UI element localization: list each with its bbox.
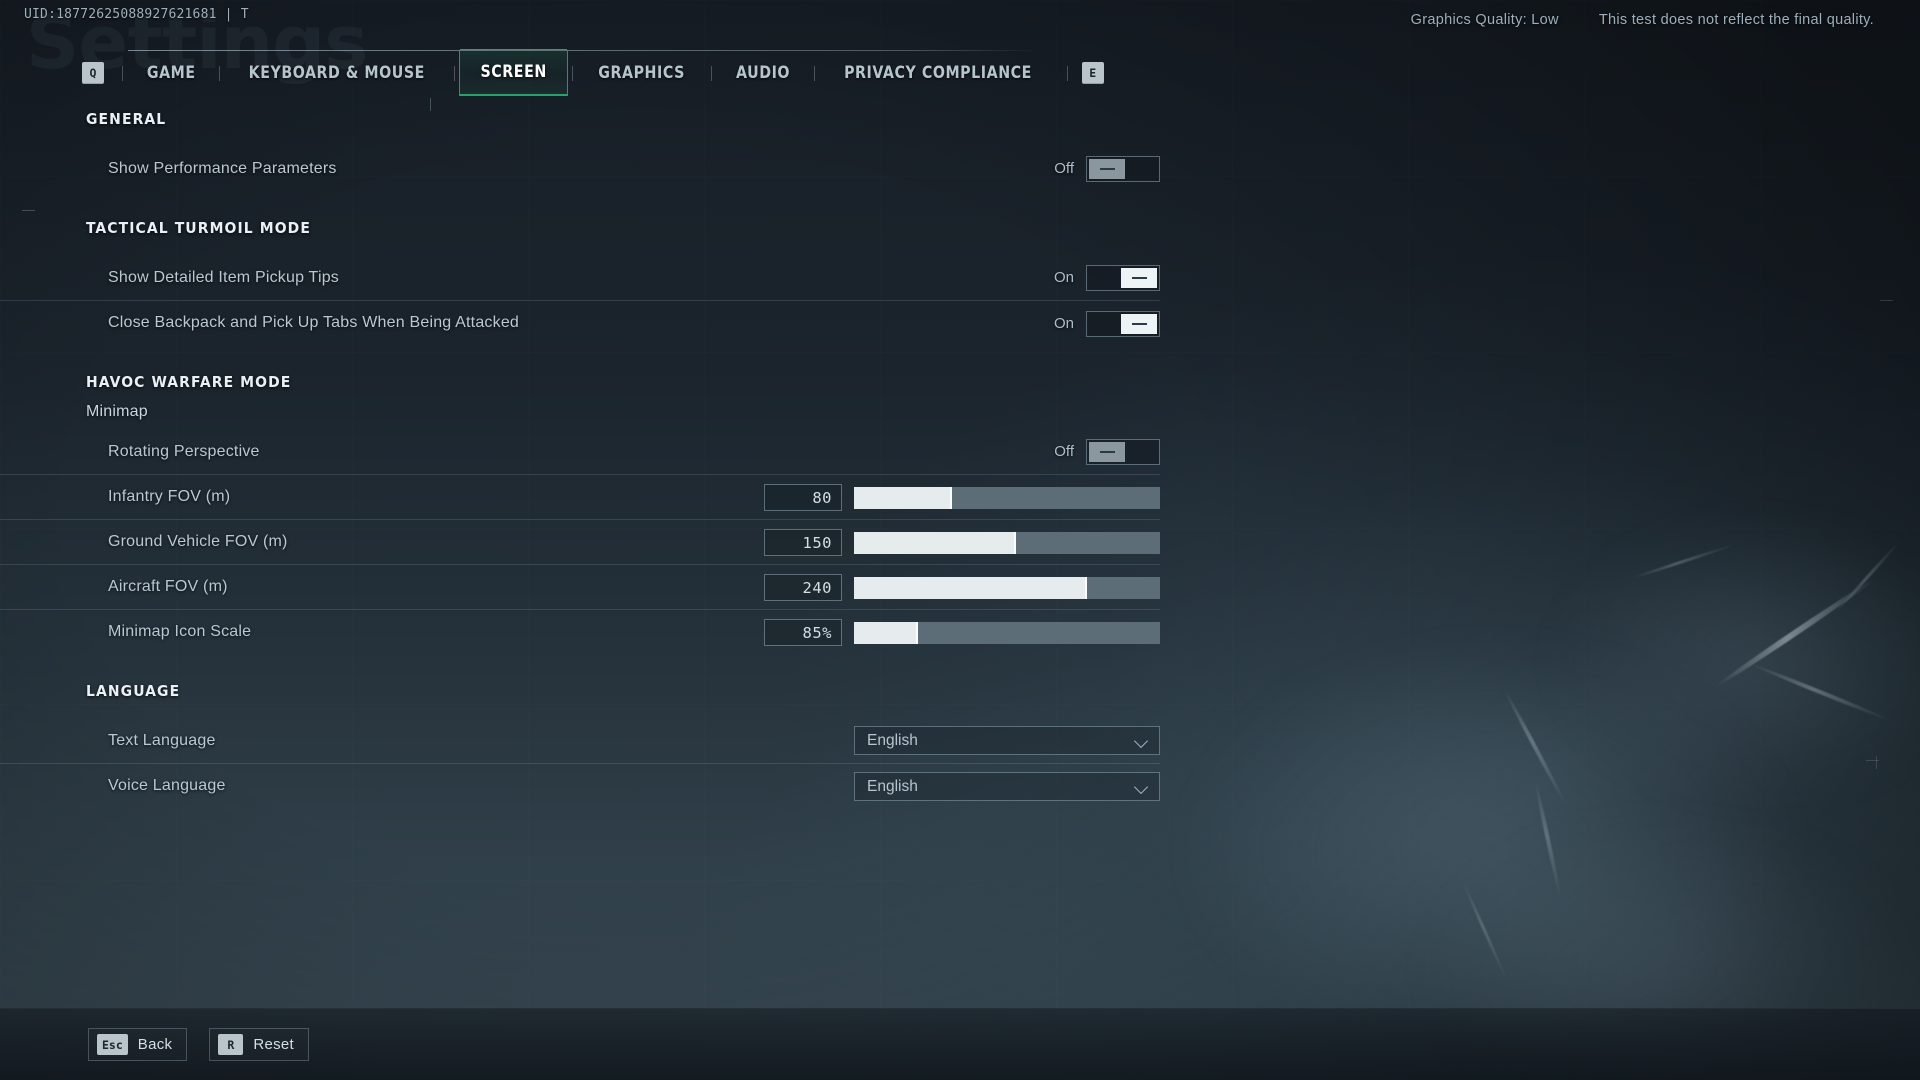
tab-keyboard-mouse[interactable]: KEYBOARD & MOUSE bbox=[229, 50, 446, 96]
toggle-state-label: On bbox=[1053, 315, 1074, 332]
settings-screen: Settings UID:18772625088927621681 | T Gr… bbox=[0, 0, 1920, 1080]
value-box-aircraft-fov[interactable]: 240 bbox=[764, 574, 842, 601]
toggle-state-label: Off bbox=[1054, 443, 1074, 460]
tab-separator bbox=[122, 65, 123, 81]
row-control: 150 bbox=[764, 520, 1160, 565]
row-label: Minimap Icon Scale bbox=[108, 623, 252, 640]
setting-row-ground-vehicle-fov[interactable]: Ground Vehicle FOV (m) 150 bbox=[0, 519, 1160, 564]
toggle-rotating-perspective[interactable] bbox=[1086, 438, 1160, 465]
toggle-show-performance-parameters[interactable] bbox=[1086, 155, 1160, 182]
value-box-ground-vehicle-fov[interactable]: 150 bbox=[764, 529, 842, 556]
row-label: Show Detailed Item Pickup Tips bbox=[108, 268, 339, 286]
back-button-label: Back bbox=[137, 1036, 173, 1053]
slider-infantry-fov[interactable] bbox=[854, 486, 1160, 509]
chevron-down-icon bbox=[1136, 735, 1148, 747]
toggle-knob bbox=[1089, 158, 1125, 179]
section-header-general: GENERAL bbox=[86, 110, 167, 128]
dropdown-value: English bbox=[867, 731, 918, 749]
dropdown-voice-language[interactable]: English bbox=[854, 772, 1160, 801]
reset-button[interactable]: R Reset bbox=[209, 1028, 310, 1061]
tab-graphics[interactable]: GRAPHICS bbox=[578, 50, 706, 96]
tab-list: Q GAME KEYBOARD & MOUSE SCREEN GRAPHICS … bbox=[0, 49, 1104, 96]
tab-separator bbox=[813, 65, 815, 81]
row-control: 80 bbox=[764, 475, 1160, 520]
tab-separator bbox=[1066, 65, 1068, 81]
row-control: English bbox=[854, 718, 1160, 763]
toggle-knob bbox=[1121, 313, 1157, 334]
row-label: Aircraft FOV (m) bbox=[108, 578, 228, 595]
value-box-infantry-fov[interactable]: 80 bbox=[764, 484, 842, 511]
setting-row-aircraft-fov[interactable]: Aircraft FOV (m) 240 bbox=[0, 564, 1160, 609]
dropdown-value: English bbox=[867, 777, 918, 795]
setting-row-rotating-perspective[interactable]: Rotating Perspective Off bbox=[0, 429, 1160, 474]
row-control: Off bbox=[1048, 146, 1160, 191]
slider-fill bbox=[854, 531, 1017, 554]
graphics-quality-status: Graphics Quality: Low bbox=[1410, 12, 1559, 28]
row-control: English bbox=[854, 764, 1160, 809]
row-label: Ground Vehicle FOV (m) bbox=[108, 533, 288, 550]
chevron-down-icon bbox=[1136, 781, 1148, 793]
section-header-language: LANGUAGE bbox=[86, 682, 181, 700]
setting-row-infantry-fov[interactable]: Infantry FOV (m) 80 bbox=[0, 474, 1160, 519]
row-control: 85% bbox=[764, 610, 1160, 655]
quality-disclaimer-text: This test does not reflect the final qua… bbox=[1598, 12, 1874, 28]
slider-minimap-icon-scale[interactable] bbox=[854, 621, 1160, 644]
tab-privacy-compliance[interactable]: PRIVACY COMPLIANCE bbox=[823, 50, 1052, 96]
toggle-knob bbox=[1121, 267, 1157, 288]
row-label: Voice Language bbox=[108, 777, 226, 794]
tab-separator bbox=[454, 65, 456, 81]
top-bar: UID:18772625088927621681 | T Graphics Qu… bbox=[0, 0, 1920, 46]
slider-aircraft-fov[interactable] bbox=[854, 576, 1160, 599]
reset-button-label: Reset bbox=[253, 1036, 295, 1053]
toggle-show-detailed-item-pickup-tips[interactable] bbox=[1086, 264, 1160, 291]
settings-panel: GENERAL Show Performance Parameters Off … bbox=[0, 110, 1160, 808]
section-header-tactical-turmoil-mode: TACTICAL TURMOIL MODE bbox=[86, 219, 311, 237]
toggle-state-label: Off bbox=[1054, 160, 1074, 177]
row-label: Show Performance Parameters bbox=[108, 159, 337, 177]
tab-separator bbox=[219, 65, 221, 81]
setting-row-text-language[interactable]: Text Language English bbox=[0, 718, 1160, 763]
setting-row-minimap-icon-scale[interactable]: Minimap Icon Scale 85% bbox=[0, 609, 1160, 654]
tab-game[interactable]: GAME bbox=[126, 50, 216, 96]
row-label: Close Backpack and Pick Up Tabs When Bei… bbox=[108, 314, 520, 331]
setting-row-show-detailed-item-pickup-tips[interactable]: Show Detailed Item Pickup Tips On bbox=[0, 255, 1160, 300]
row-control: 240 bbox=[764, 565, 1160, 610]
slider-fill bbox=[854, 621, 919, 644]
tab-separator bbox=[572, 65, 574, 81]
slider-ground-vehicle-fov[interactable] bbox=[854, 531, 1160, 554]
row-label: Rotating Perspective bbox=[108, 442, 260, 460]
top-right-status: Graphics Quality: Low This test does not… bbox=[1411, 12, 1874, 28]
value-box-minimap-icon-scale[interactable]: 85% bbox=[764, 619, 842, 646]
subsection-header-minimap: Minimap bbox=[86, 403, 148, 420]
bottom-action-bar: Esc Back R Reset bbox=[0, 1008, 1920, 1080]
row-control: On bbox=[1048, 301, 1160, 346]
setting-row-show-performance-parameters[interactable]: Show Performance Parameters Off bbox=[0, 146, 1160, 191]
toggle-close-backpack-when-attacked[interactable] bbox=[1086, 310, 1160, 337]
back-button[interactable]: Esc Back bbox=[88, 1028, 188, 1061]
setting-row-voice-language[interactable]: Voice Language English bbox=[0, 763, 1160, 808]
row-label: Text Language bbox=[108, 731, 216, 749]
setting-row-close-backpack-when-attacked[interactable]: Close Backpack and Pick Up Tabs When Bei… bbox=[0, 300, 1160, 345]
row-control: On bbox=[1048, 255, 1160, 300]
tab-separator bbox=[710, 65, 712, 81]
slider-fill bbox=[854, 576, 1087, 599]
tab-screen[interactable]: SCREEN bbox=[459, 49, 569, 96]
next-tab-key-e[interactable]: E bbox=[1081, 62, 1104, 84]
toggle-knob bbox=[1089, 441, 1125, 462]
tab-audio[interactable]: AUDIO bbox=[715, 50, 810, 96]
toggle-state-label: On bbox=[1053, 269, 1074, 286]
esc-key-chip: Esc bbox=[97, 1034, 128, 1055]
settings-tabstrip: Q GAME KEYBOARD & MOUSE SCREEN GRAPHICS … bbox=[0, 49, 1104, 96]
slider-fill bbox=[854, 486, 952, 509]
row-control: Off bbox=[1048, 429, 1160, 474]
prev-tab-key-q[interactable]: Q bbox=[82, 62, 104, 84]
row-label: Infantry FOV (m) bbox=[108, 488, 231, 505]
user-uid-label: UID:18772625088927621681 | T bbox=[24, 7, 249, 22]
r-key-chip: R bbox=[218, 1034, 244, 1055]
dropdown-text-language[interactable]: English bbox=[854, 726, 1160, 755]
section-header-havoc-warfare-mode: HAVOC WARFARE MODE bbox=[86, 373, 292, 391]
